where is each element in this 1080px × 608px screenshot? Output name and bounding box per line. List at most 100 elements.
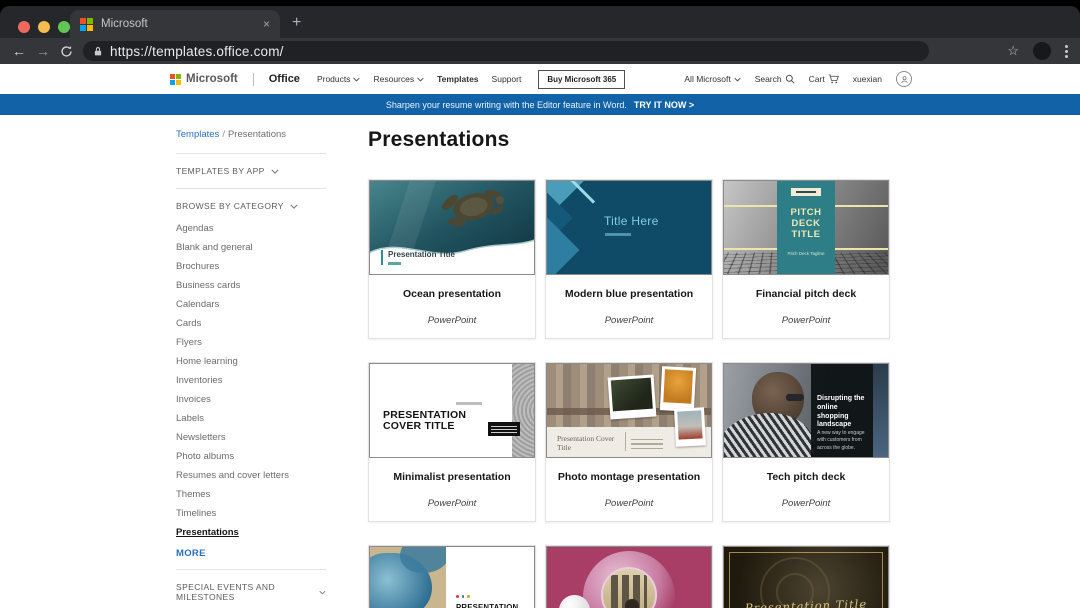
slide-title: PITCH DECK TITLE [777, 208, 835, 241]
template-name: Modern blue presentation [546, 288, 712, 300]
bookmark-star-icon[interactable]: ☆ [1007, 43, 1019, 59]
template-card-tech[interactable]: Disrupting the online shopping landscape… [722, 362, 890, 522]
tab-title: Microsoft [101, 18, 255, 30]
all-microsoft-menu[interactable]: All Microsoft [684, 74, 740, 84]
slide-title: PRESENTATION COVER TITLE [383, 410, 499, 432]
category-flyers[interactable]: Flyers [176, 333, 326, 352]
close-window-button[interactable] [18, 21, 30, 33]
divider [176, 569, 326, 570]
sidebar: Templates/Presentations TEMPLATES BY APP… [176, 129, 326, 608]
template-grid: Presentation Title Ocean presentation Po… [368, 179, 894, 608]
breadcrumb-templates-link[interactable]: Templates [176, 129, 219, 140]
promo-banner[interactable]: Sharpen your resume writing with the Edi… [0, 94, 1080, 115]
maximize-window-button[interactable] [58, 21, 70, 33]
chevron-down-icon [271, 169, 279, 174]
card-meta: Tech pitch deck PowerPoint [723, 458, 889, 509]
category-labels[interactable]: Labels [176, 409, 326, 428]
texture-strip-decoration [512, 364, 534, 457]
category-presentations-active[interactable]: Presentations [176, 523, 326, 542]
browse-by-category-section[interactable]: BROWSE BY CATEGORY [176, 195, 326, 217]
forward-icon[interactable]: → [36, 44, 50, 58]
template-card-photo-montage[interactable]: Presentation Cover Title Photo montage p… [545, 362, 713, 522]
reload-icon[interactable] [60, 45, 73, 58]
card-meta: Ocean presentation PowerPoint [369, 275, 535, 326]
slide-tagline: Pitch Deck Tagline [788, 251, 825, 257]
special-events-section[interactable]: SPECIAL EVENTS AND MILESTONES [176, 576, 326, 608]
traffic-lights [18, 21, 70, 33]
card-meta: Financial pitch deck PowerPoint [723, 275, 889, 326]
category-invoices[interactable]: Invoices [176, 390, 326, 409]
category-business-cards[interactable]: Business cards [176, 276, 326, 295]
address-bar[interactable]: https://templates.office.com/ [83, 41, 929, 61]
category-themes[interactable]: Themes [176, 485, 326, 504]
header-right: All Microsoft Search Cart xuexian [684, 71, 912, 87]
microsoft-logo-icon [170, 74, 181, 85]
template-card-aerial[interactable]: PRESENTATION TITLE HERE [368, 545, 536, 608]
more-link[interactable]: MORE [176, 542, 326, 563]
thumbnail-modern-blue: Title Here [546, 180, 712, 275]
chevron-down-icon [353, 77, 360, 82]
browser-toolbar: ← → https://templates.office.com/ ☆ [0, 38, 1080, 64]
slide-title: Title Here [604, 214, 659, 228]
back-icon[interactable]: ← [12, 44, 26, 58]
thumbnail-tech: Disrupting the online shopping landscape… [723, 363, 889, 458]
template-card-minimalist[interactable]: PRESENTATION COVER TITLE Minimalist pres… [368, 362, 536, 522]
minimize-window-button[interactable] [38, 21, 50, 33]
browser-tab[interactable]: Microsoft × [70, 10, 280, 38]
brand-badge [791, 188, 821, 196]
category-home-learning[interactable]: Home learning [176, 352, 326, 371]
search-icon [785, 74, 795, 84]
category-timelines[interactable]: Timelines [176, 504, 326, 523]
category-inventories[interactable]: Inventories [176, 371, 326, 390]
category-calendars[interactable]: Calendars [176, 295, 326, 314]
chevron-down-icon [319, 590, 326, 595]
template-card-magenta[interactable]: Contoso [545, 545, 713, 608]
template-name: Tech pitch deck [723, 471, 889, 483]
small-text-placeholder [631, 439, 663, 450]
category-cards[interactable]: Cards [176, 314, 326, 333]
office-site-link[interactable]: Office [269, 73, 300, 85]
nav-products[interactable]: Products [317, 74, 361, 84]
tab-strip: Microsoft × + [0, 6, 1080, 38]
category-resumes-and-cover-letters[interactable]: Resumes and cover letters [176, 466, 326, 485]
templates-by-app-section[interactable]: TEMPLATES BY APP [176, 160, 326, 182]
buy-microsoft-365-button[interactable]: Buy Microsoft 365 [538, 70, 625, 89]
search-button[interactable]: Search [755, 74, 795, 84]
microsoft-brand[interactable]: Microsoft [170, 73, 238, 85]
account-username[interactable]: xuexian [853, 74, 882, 84]
browser-profile-avatar[interactable] [1033, 42, 1051, 60]
category-agendas[interactable]: Agendas [176, 219, 326, 238]
template-card-financial[interactable]: PITCH DECK TITLE Pitch Deck Tagline Fina… [722, 179, 890, 339]
template-card-ocean[interactable]: Presentation Title Ocean presentation Po… [368, 179, 536, 339]
slide-title: Disrupting the online shopping landscape [817, 395, 867, 430]
chevron-down-icon [734, 77, 741, 82]
promo-message: Sharpen your resume writing with the Edi… [386, 100, 627, 110]
breadcrumb-current: Presentations [228, 129, 286, 140]
slide-note: A new way to engage with customers from … [817, 430, 867, 452]
slide-title-panel: Disrupting the online shopping landscape… [811, 364, 873, 457]
accent-dots [456, 595, 470, 598]
slide-title: Presentation Cover Title [557, 434, 619, 452]
slide-subtitle-placeholder [605, 233, 631, 236]
new-tab-button[interactable]: + [292, 14, 301, 32]
template-name: Minimalist presentation [369, 471, 535, 483]
browser-menu-icon[interactable] [1065, 45, 1068, 58]
category-brochures[interactable]: Brochures [176, 257, 326, 276]
category-photo-albums[interactable]: Photo albums [176, 447, 326, 466]
category-newsletters[interactable]: Newsletters [176, 428, 326, 447]
tab-close-icon[interactable]: × [263, 18, 270, 30]
nav-support[interactable]: Support [492, 74, 522, 84]
chevron-down-icon [290, 204, 298, 209]
account-avatar[interactable] [896, 71, 912, 87]
nav-resources[interactable]: Resources [373, 74, 424, 84]
category-blank-and-general[interactable]: Blank and general [176, 238, 326, 257]
template-card-vintage[interactable]: Presentation Title [722, 545, 890, 608]
site-header: Microsoft Office Products Resources Temp… [0, 64, 1080, 94]
cart-button[interactable]: Cart [809, 74, 839, 84]
microsoft-favicon [80, 18, 93, 31]
promo-cta-link[interactable]: TRY IT NOW > [634, 100, 694, 110]
nav-templates[interactable]: Templates [437, 74, 478, 84]
person-silhouette [625, 599, 639, 608]
template-card-modern-blue[interactable]: Title Here Modern blue presentation Powe… [545, 179, 713, 339]
template-name: Photo montage presentation [546, 471, 712, 483]
